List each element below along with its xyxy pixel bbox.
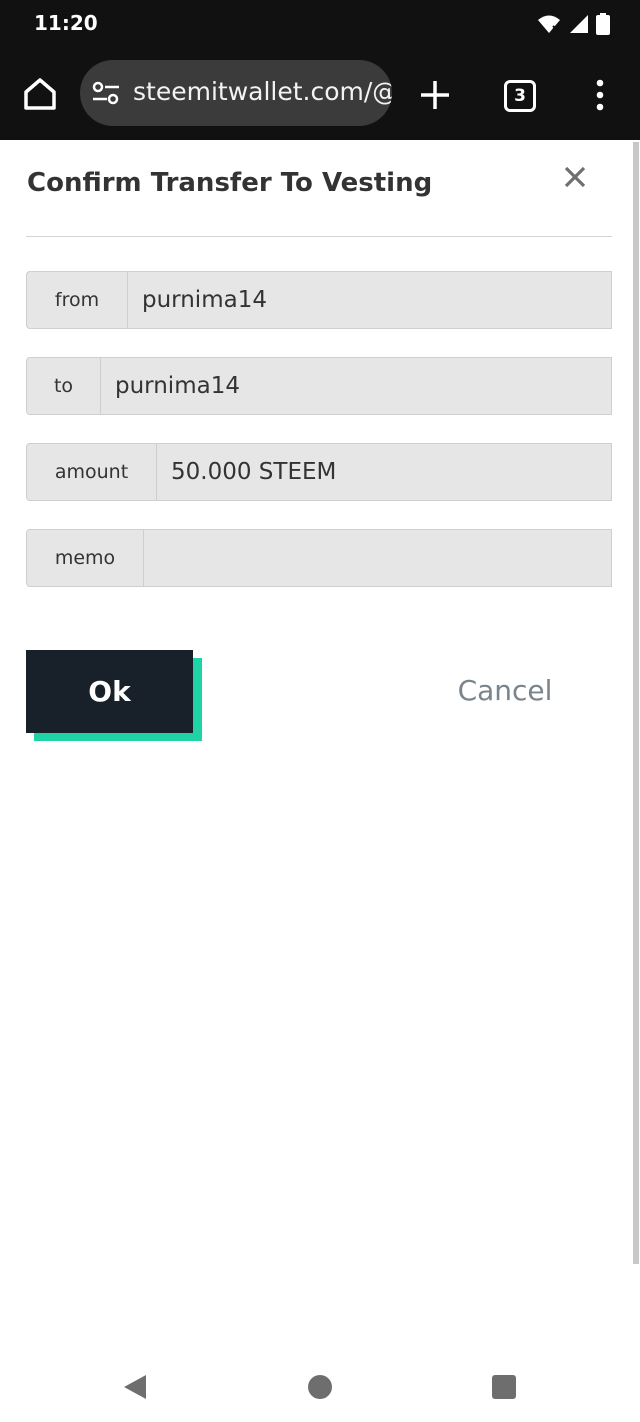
- memo-label: memo: [27, 530, 144, 586]
- from-input[interactable]: [128, 272, 611, 328]
- wifi-icon: [538, 15, 560, 33]
- amount-field-group: amount: [26, 443, 612, 501]
- close-icon[interactable]: [562, 164, 588, 190]
- to-input[interactable]: [101, 358, 611, 414]
- more-vert-icon[interactable]: [592, 78, 608, 112]
- navigation-bar: [0, 1350, 640, 1422]
- dialog-title: Confirm Transfer To Vesting: [27, 168, 433, 198]
- home-icon[interactable]: [22, 76, 58, 112]
- status-time: 11:20: [34, 11, 98, 35]
- to-label: to: [27, 358, 101, 414]
- battery-icon: [596, 13, 610, 35]
- memo-input[interactable]: [144, 530, 611, 586]
- amount-label: amount: [27, 444, 157, 500]
- status-bar: 11:20: [0, 0, 640, 48]
- tune-icon[interactable]: [92, 80, 120, 106]
- ok-button[interactable]: Ok: [26, 650, 193, 733]
- plus-icon[interactable]: [418, 78, 452, 112]
- tab-count: 3: [514, 86, 526, 106]
- url-bar[interactable]: steemitwallet.com/@: [80, 60, 392, 126]
- signal-icon: [570, 15, 588, 33]
- back-icon[interactable]: [122, 1374, 148, 1400]
- url-text[interactable]: steemitwallet.com/@: [133, 77, 392, 106]
- page-scrollbar[interactable]: [633, 142, 639, 1264]
- memo-field-group: memo: [26, 529, 612, 587]
- cancel-button[interactable]: Cancel: [444, 670, 566, 710]
- from-field-group: from: [26, 271, 612, 329]
- amount-input[interactable]: [157, 444, 611, 500]
- to-field-group: to: [26, 357, 612, 415]
- from-label: from: [27, 272, 128, 328]
- tabs-icon[interactable]: 3: [504, 80, 536, 112]
- status-icons: [538, 12, 610, 36]
- home-circle-icon[interactable]: [308, 1375, 332, 1399]
- browser-toolbar: steemitwallet.com/@ 3: [0, 48, 640, 140]
- recents-icon[interactable]: [492, 1375, 516, 1399]
- dialog-divider: [26, 236, 612, 237]
- ok-button-wrapper: Ok: [26, 650, 202, 742]
